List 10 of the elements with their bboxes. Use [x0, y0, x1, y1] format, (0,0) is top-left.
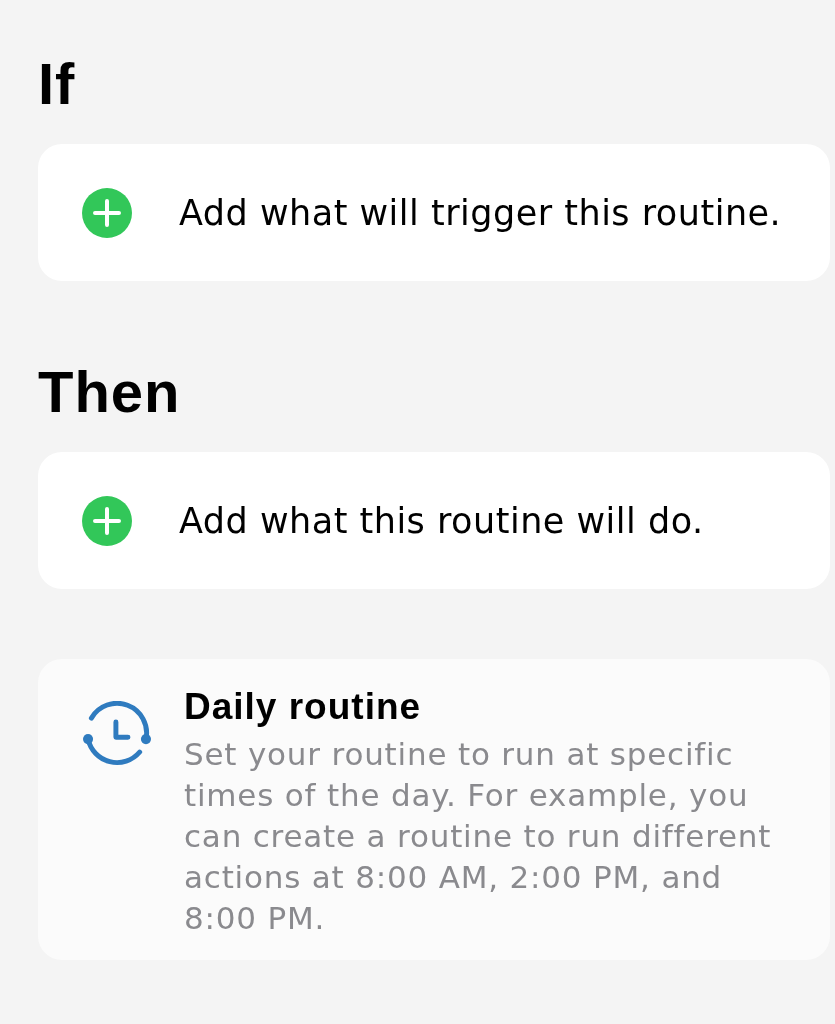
section-heading: If [38, 55, 76, 113]
suggestion-title: Daily routine [184, 685, 422, 729]
plus-icon [82, 495, 132, 546]
plus-icon [82, 187, 132, 238]
add-button[interactable]: Add what will trigger this routine. [38, 144, 830, 281]
suggestion-card[interactable]: Daily routine Set your routine to run at specific times of the day. For example, you can create a routine to run different actions at 8:00 AM, 2:00 PM, and 8:00 PM. [38, 659, 830, 960]
section-heading: Then [38, 363, 181, 421]
add-button[interactable]: Add what this routine will do. [38, 452, 830, 589]
suggestion-description: Set your routine to run at specific times of the day. For example, you can create a routine to run different actions at 8:00 AM, 2:00 PM, and 8:00 PM. [184, 735, 773, 938]
clock-icon [83, 701, 151, 766]
